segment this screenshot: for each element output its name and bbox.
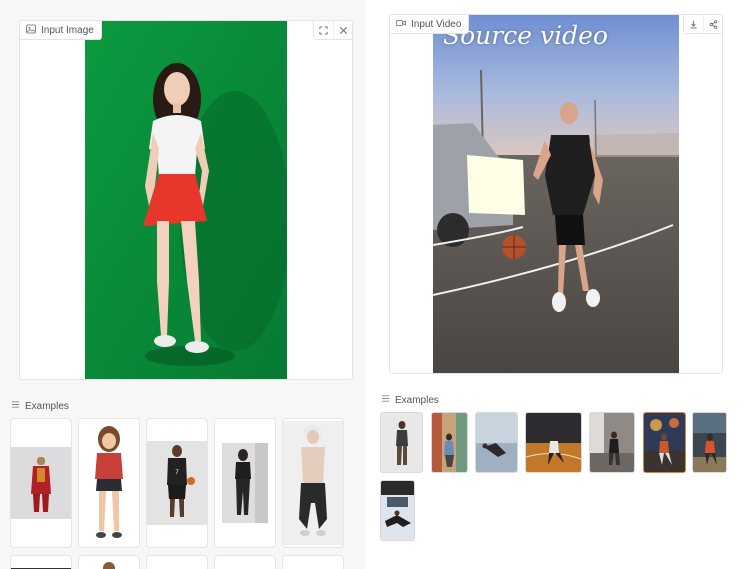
input-image-panel[interactable]: Input Image [19,20,353,380]
right-examples-label: Examples [395,394,439,406]
close-icon[interactable] [333,21,352,39]
right-example-item[interactable] [475,412,518,473]
left-example-item[interactable] [282,555,344,569]
right-example-item[interactable] [525,412,582,473]
right-example-item[interactable] [380,412,423,473]
left-example-item[interactable] [78,555,140,569]
left-examples-label: Examples [25,400,69,412]
right-example-item[interactable] [643,412,686,473]
left-example-item[interactable] [78,418,140,548]
source-video-label-tab: Input Video [390,15,470,34]
source-video-buttons [683,15,722,34]
right-example-item[interactable] [692,412,727,473]
video-icon [396,18,406,31]
right-example-item[interactable] [431,412,468,473]
input-image-content [85,21,290,379]
fullscreen-icon[interactable] [314,21,333,39]
right-column: Input Video Source video Examples [366,0,749,569]
input-image-label-tab: Input Image [20,21,102,40]
source-video-frame: Source video [432,15,679,373]
download-icon[interactable] [684,15,703,33]
left-example-item[interactable] [214,555,276,569]
left-example-item[interactable] [10,555,72,569]
left-column: Input Image Examples 7 [0,0,366,569]
list-icon [381,394,390,406]
left-example-item[interactable] [10,418,72,548]
input-image-label: Input Image [41,24,94,36]
right-example-item[interactable] [589,412,635,473]
share-icon[interactable] [703,15,722,33]
right-example-item[interactable] [380,480,415,541]
left-example-item[interactable]: 7 [146,418,208,548]
girl-green-backdrop-image [85,21,290,379]
list-icon [11,400,20,412]
source-video-panel[interactable]: Input Video Source video [389,14,723,374]
image-icon [26,24,36,37]
left-example-item[interactable] [282,418,344,548]
left-examples-header: Examples [11,400,69,412]
right-examples-header: Examples [381,394,439,406]
source-video-label: Input Video [411,18,462,30]
left-example-item[interactable] [214,418,276,548]
left-example-item[interactable] [146,555,208,569]
input-image-buttons [313,21,352,40]
